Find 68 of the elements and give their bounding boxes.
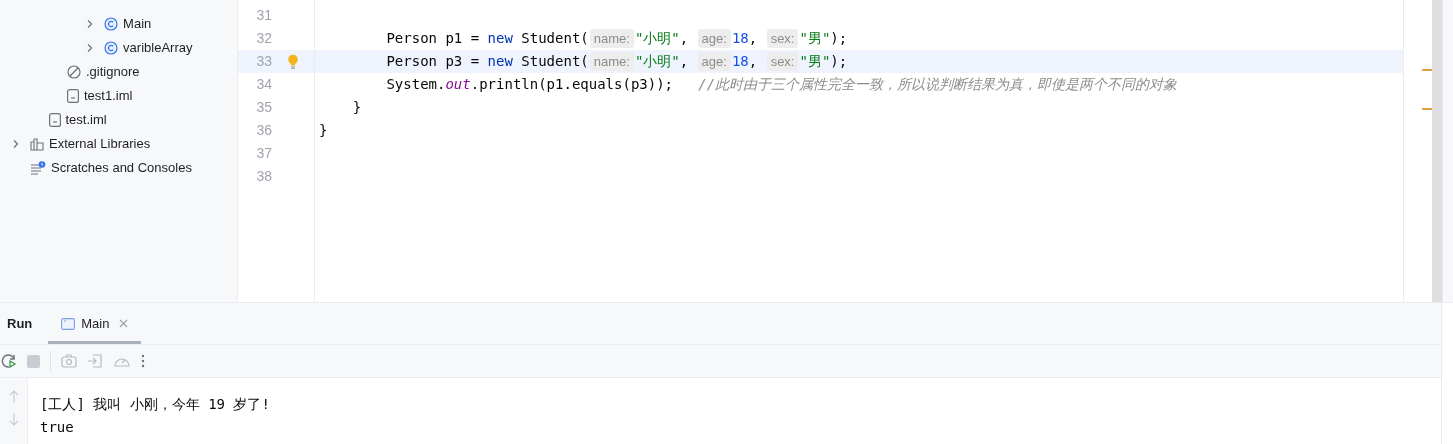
code-token: Person p1 = [385,29,481,48]
code-token: "男" [799,29,831,48]
parameter-hint: name: [589,28,634,49]
code-token: System. [385,75,446,94]
code-token: ); [830,29,848,48]
code-token: .println(p1.equals(p3)); [470,75,675,94]
tree-item[interactable]: External Libraries [0,132,237,156]
code-comment: //此时由于三个属性完全一致，所以说判断结果为真，即使是两个不同的对象 [698,75,1178,94]
console-icon [61,317,76,330]
parameter-hint: age: [697,51,731,72]
line-number: 34 [255,75,272,94]
line-number: 33 [255,52,272,71]
tree-item[interactable]: test1.iml [0,84,237,108]
tree-item[interactable]: varibleArray [0,36,237,60]
library-icon [30,137,44,151]
parameter-hint: sex: [766,51,799,72]
stop-icon[interactable] [27,354,40,368]
line-number: 31 [255,6,272,25]
scratches-icon [30,161,46,175]
close-icon[interactable] [119,319,129,328]
chevron-icon[interactable] [11,139,21,149]
code-token: "男" [799,52,831,71]
tree-item[interactable]: Scratches and Consoles [0,156,237,180]
code-token: , [679,52,690,71]
line-number: 32 [255,29,272,48]
file-icon [67,89,79,103]
panel-title: Run [6,314,34,333]
camera-icon[interactable] [61,354,77,368]
code-token: Student( [520,52,589,71]
line-number: 35 [255,98,272,117]
import-icon[interactable] [87,353,103,369]
class-icon [104,41,119,55]
console-output: true [40,418,75,437]
more-icon[interactable] [141,354,145,368]
code-token: new [487,29,513,48]
lightbulb-icon[interactable] [287,54,299,69]
code-token: , [748,52,759,71]
code-token: "小明" [634,52,680,71]
rerun-icon[interactable] [1,353,17,369]
code-token: , [679,29,690,48]
code-token: Student( [520,29,589,48]
ignore-icon [67,65,81,79]
tree-item[interactable]: test.iml [0,108,237,132]
class-icon [104,17,119,31]
code-token: "小明" [634,29,680,48]
code-token: ); [830,52,848,71]
tree-item[interactable]: .gitignore [0,60,237,84]
file-icon [48,113,61,127]
line-number: 37 [255,144,272,163]
code-token: 18 [731,52,749,71]
line-number: 36 [255,121,272,140]
code-token: 18 [731,29,749,48]
parameter-hint: age: [697,28,731,49]
down-arrow-icon[interactable] [8,412,19,426]
run-tab[interactable]: Main [48,303,142,344]
code-token: } [351,98,362,117]
code-token: } [319,121,328,140]
code-token: out [445,75,471,94]
parameter-hint: sex: [766,28,799,49]
scrollbar[interactable] [1432,0,1442,302]
console-output: [工人] 我叫 小刚，今年 19 岁了! [40,395,270,414]
up-arrow-icon[interactable] [8,390,19,404]
code-token: Person p3 = [385,52,481,71]
parameter-hint: name: [589,51,634,72]
line-number: 38 [255,167,272,186]
code-token: new [487,52,513,71]
tree-item[interactable]: Main [0,12,237,36]
code-token: , [748,29,759,48]
